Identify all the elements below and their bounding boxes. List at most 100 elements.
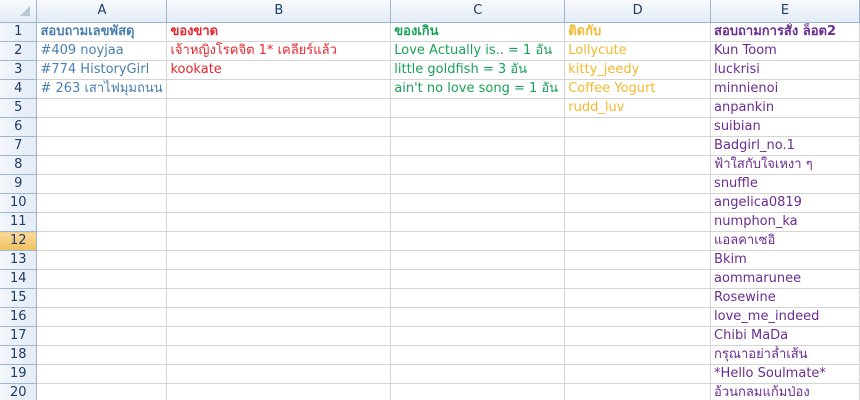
- cell-d-13[interactable]: [564, 250, 712, 270]
- column-header-b[interactable]: B: [166, 0, 392, 23]
- cell-e-10[interactable]: angelica0819: [710, 193, 860, 213]
- column-header-a[interactable]: A: [36, 0, 168, 23]
- row-header[interactable]: 4: [0, 79, 38, 99]
- column-header-c[interactable]: C: [390, 0, 566, 23]
- cell-c-8[interactable]: [390, 155, 566, 175]
- cell-a-9[interactable]: [36, 174, 168, 194]
- row-header[interactable]: 8: [0, 155, 38, 175]
- cell-e-18[interactable]: กรุณาอย่าล้ำเส้น: [710, 345, 860, 365]
- cell-e-15[interactable]: Rosewine: [710, 288, 860, 308]
- cell-c-18[interactable]: [390, 345, 566, 365]
- cell-a-7[interactable]: [36, 136, 168, 156]
- cell-d-16[interactable]: [564, 307, 712, 327]
- cell-d-3[interactable]: kitty_jeedy: [564, 60, 712, 80]
- row-header[interactable]: 6: [0, 117, 38, 137]
- cell-e-4[interactable]: minnienoi: [710, 79, 860, 99]
- cell-b-20[interactable]: [166, 383, 392, 400]
- cell-b-3[interactable]: kookate: [166, 60, 392, 80]
- cell-e-16[interactable]: love_me_indeed: [710, 307, 860, 327]
- cell-b-5[interactable]: [166, 98, 392, 118]
- row-header[interactable]: 19: [0, 364, 38, 384]
- row-header[interactable]: 15: [0, 288, 38, 308]
- cell-b-4[interactable]: [166, 79, 392, 99]
- row-header[interactable]: 14: [0, 269, 38, 289]
- cell-c-14[interactable]: [390, 269, 566, 289]
- cell-b-6[interactable]: [166, 117, 392, 137]
- cell-a-17[interactable]: [36, 326, 168, 346]
- cell-e-6[interactable]: suibian: [710, 117, 860, 137]
- cell-d-7[interactable]: [564, 136, 712, 156]
- cell-a-1[interactable]: สอบถามเลขพัสดุ: [36, 22, 168, 42]
- cell-e-7[interactable]: Badgirl_no.1: [710, 136, 860, 156]
- cell-a-11[interactable]: [36, 212, 168, 232]
- cell-c-6[interactable]: [390, 117, 566, 137]
- cell-b-8[interactable]: [166, 155, 392, 175]
- row-header[interactable]: 5: [0, 98, 38, 118]
- row-header[interactable]: 1: [0, 22, 38, 42]
- cell-e-17[interactable]: Chibi MaDa: [710, 326, 860, 346]
- row-header[interactable]: 12: [0, 231, 38, 251]
- cell-a-6[interactable]: [36, 117, 168, 137]
- cell-d-5[interactable]: rudd_luv: [564, 98, 712, 118]
- row-header[interactable]: 9: [0, 174, 38, 194]
- cell-e-11[interactable]: numphon_ka: [710, 212, 860, 232]
- row-header[interactable]: 16: [0, 307, 38, 327]
- cell-a-12[interactable]: [36, 231, 168, 251]
- cell-c-3[interactable]: little goldfish = 3 อัน: [390, 60, 566, 80]
- cell-d-15[interactable]: [564, 288, 712, 308]
- cell-b-7[interactable]: [166, 136, 392, 156]
- cell-b-11[interactable]: [166, 212, 392, 232]
- cell-d-11[interactable]: [564, 212, 712, 232]
- row-header[interactable]: 3: [0, 60, 38, 80]
- cell-a-2[interactable]: #409 noyjaa: [36, 41, 168, 61]
- column-header-e[interactable]: E: [710, 0, 860, 23]
- cell-d-18[interactable]: [564, 345, 712, 365]
- row-header[interactable]: 13: [0, 250, 38, 270]
- cell-b-13[interactable]: [166, 250, 392, 270]
- row-header[interactable]: 11: [0, 212, 38, 232]
- cell-c-16[interactable]: [390, 307, 566, 327]
- cell-d-17[interactable]: [564, 326, 712, 346]
- cell-c-13[interactable]: [390, 250, 566, 270]
- column-header-d[interactable]: D: [564, 0, 712, 23]
- cell-a-8[interactable]: [36, 155, 168, 175]
- row-header[interactable]: 17: [0, 326, 38, 346]
- cell-b-9[interactable]: [166, 174, 392, 194]
- cell-d-4[interactable]: Coffee Yogurt: [564, 79, 712, 99]
- cell-a-20[interactable]: [36, 383, 168, 400]
- cell-b-16[interactable]: [166, 307, 392, 327]
- cell-a-3[interactable]: #774 HistoryGirl: [36, 60, 168, 80]
- cell-a-10[interactable]: [36, 193, 168, 213]
- cell-b-2[interactable]: เจ้าหญิงโรคจิต 1* เคลียร์แล้ว: [166, 41, 392, 61]
- cell-c-11[interactable]: [390, 212, 566, 232]
- cell-b-15[interactable]: [166, 288, 392, 308]
- cell-d-20[interactable]: [564, 383, 712, 400]
- cell-d-6[interactable]: [564, 117, 712, 137]
- row-header[interactable]: 20: [0, 383, 38, 400]
- cell-d-2[interactable]: Lollycute: [564, 41, 712, 61]
- row-header[interactable]: 10: [0, 193, 38, 213]
- cell-b-12[interactable]: [166, 231, 392, 251]
- row-header[interactable]: 7: [0, 136, 38, 156]
- cell-c-19[interactable]: [390, 364, 566, 384]
- cell-c-1[interactable]: ของเกิน: [390, 22, 566, 42]
- cell-e-20[interactable]: อ้วนกลมแก้มป่อง: [710, 383, 860, 400]
- cell-a-13[interactable]: [36, 250, 168, 270]
- cell-a-16[interactable]: [36, 307, 168, 327]
- cell-b-17[interactable]: [166, 326, 392, 346]
- cell-c-2[interactable]: Love Actually is.. = 1 อัน: [390, 41, 566, 61]
- cell-b-14[interactable]: [166, 269, 392, 289]
- cell-e-8[interactable]: ฟ้าใสกับใจเหงา ๆ: [710, 155, 860, 175]
- cell-c-4[interactable]: ain't no love song = 1 อัน: [390, 79, 566, 99]
- cell-e-2[interactable]: Kun Toom: [710, 41, 860, 61]
- cell-e-5[interactable]: anpankin: [710, 98, 860, 118]
- cell-e-14[interactable]: aommarunee: [710, 269, 860, 289]
- cell-e-19[interactable]: *Hello Soulmate*: [710, 364, 860, 384]
- cell-e-12[interactable]: แอลคาเซอิ: [710, 231, 860, 251]
- cell-d-9[interactable]: [564, 174, 712, 194]
- cell-d-8[interactable]: [564, 155, 712, 175]
- cell-e-13[interactable]: Bkim: [710, 250, 860, 270]
- cell-a-14[interactable]: [36, 269, 168, 289]
- cell-d-10[interactable]: [564, 193, 712, 213]
- cell-c-20[interactable]: [390, 383, 566, 400]
